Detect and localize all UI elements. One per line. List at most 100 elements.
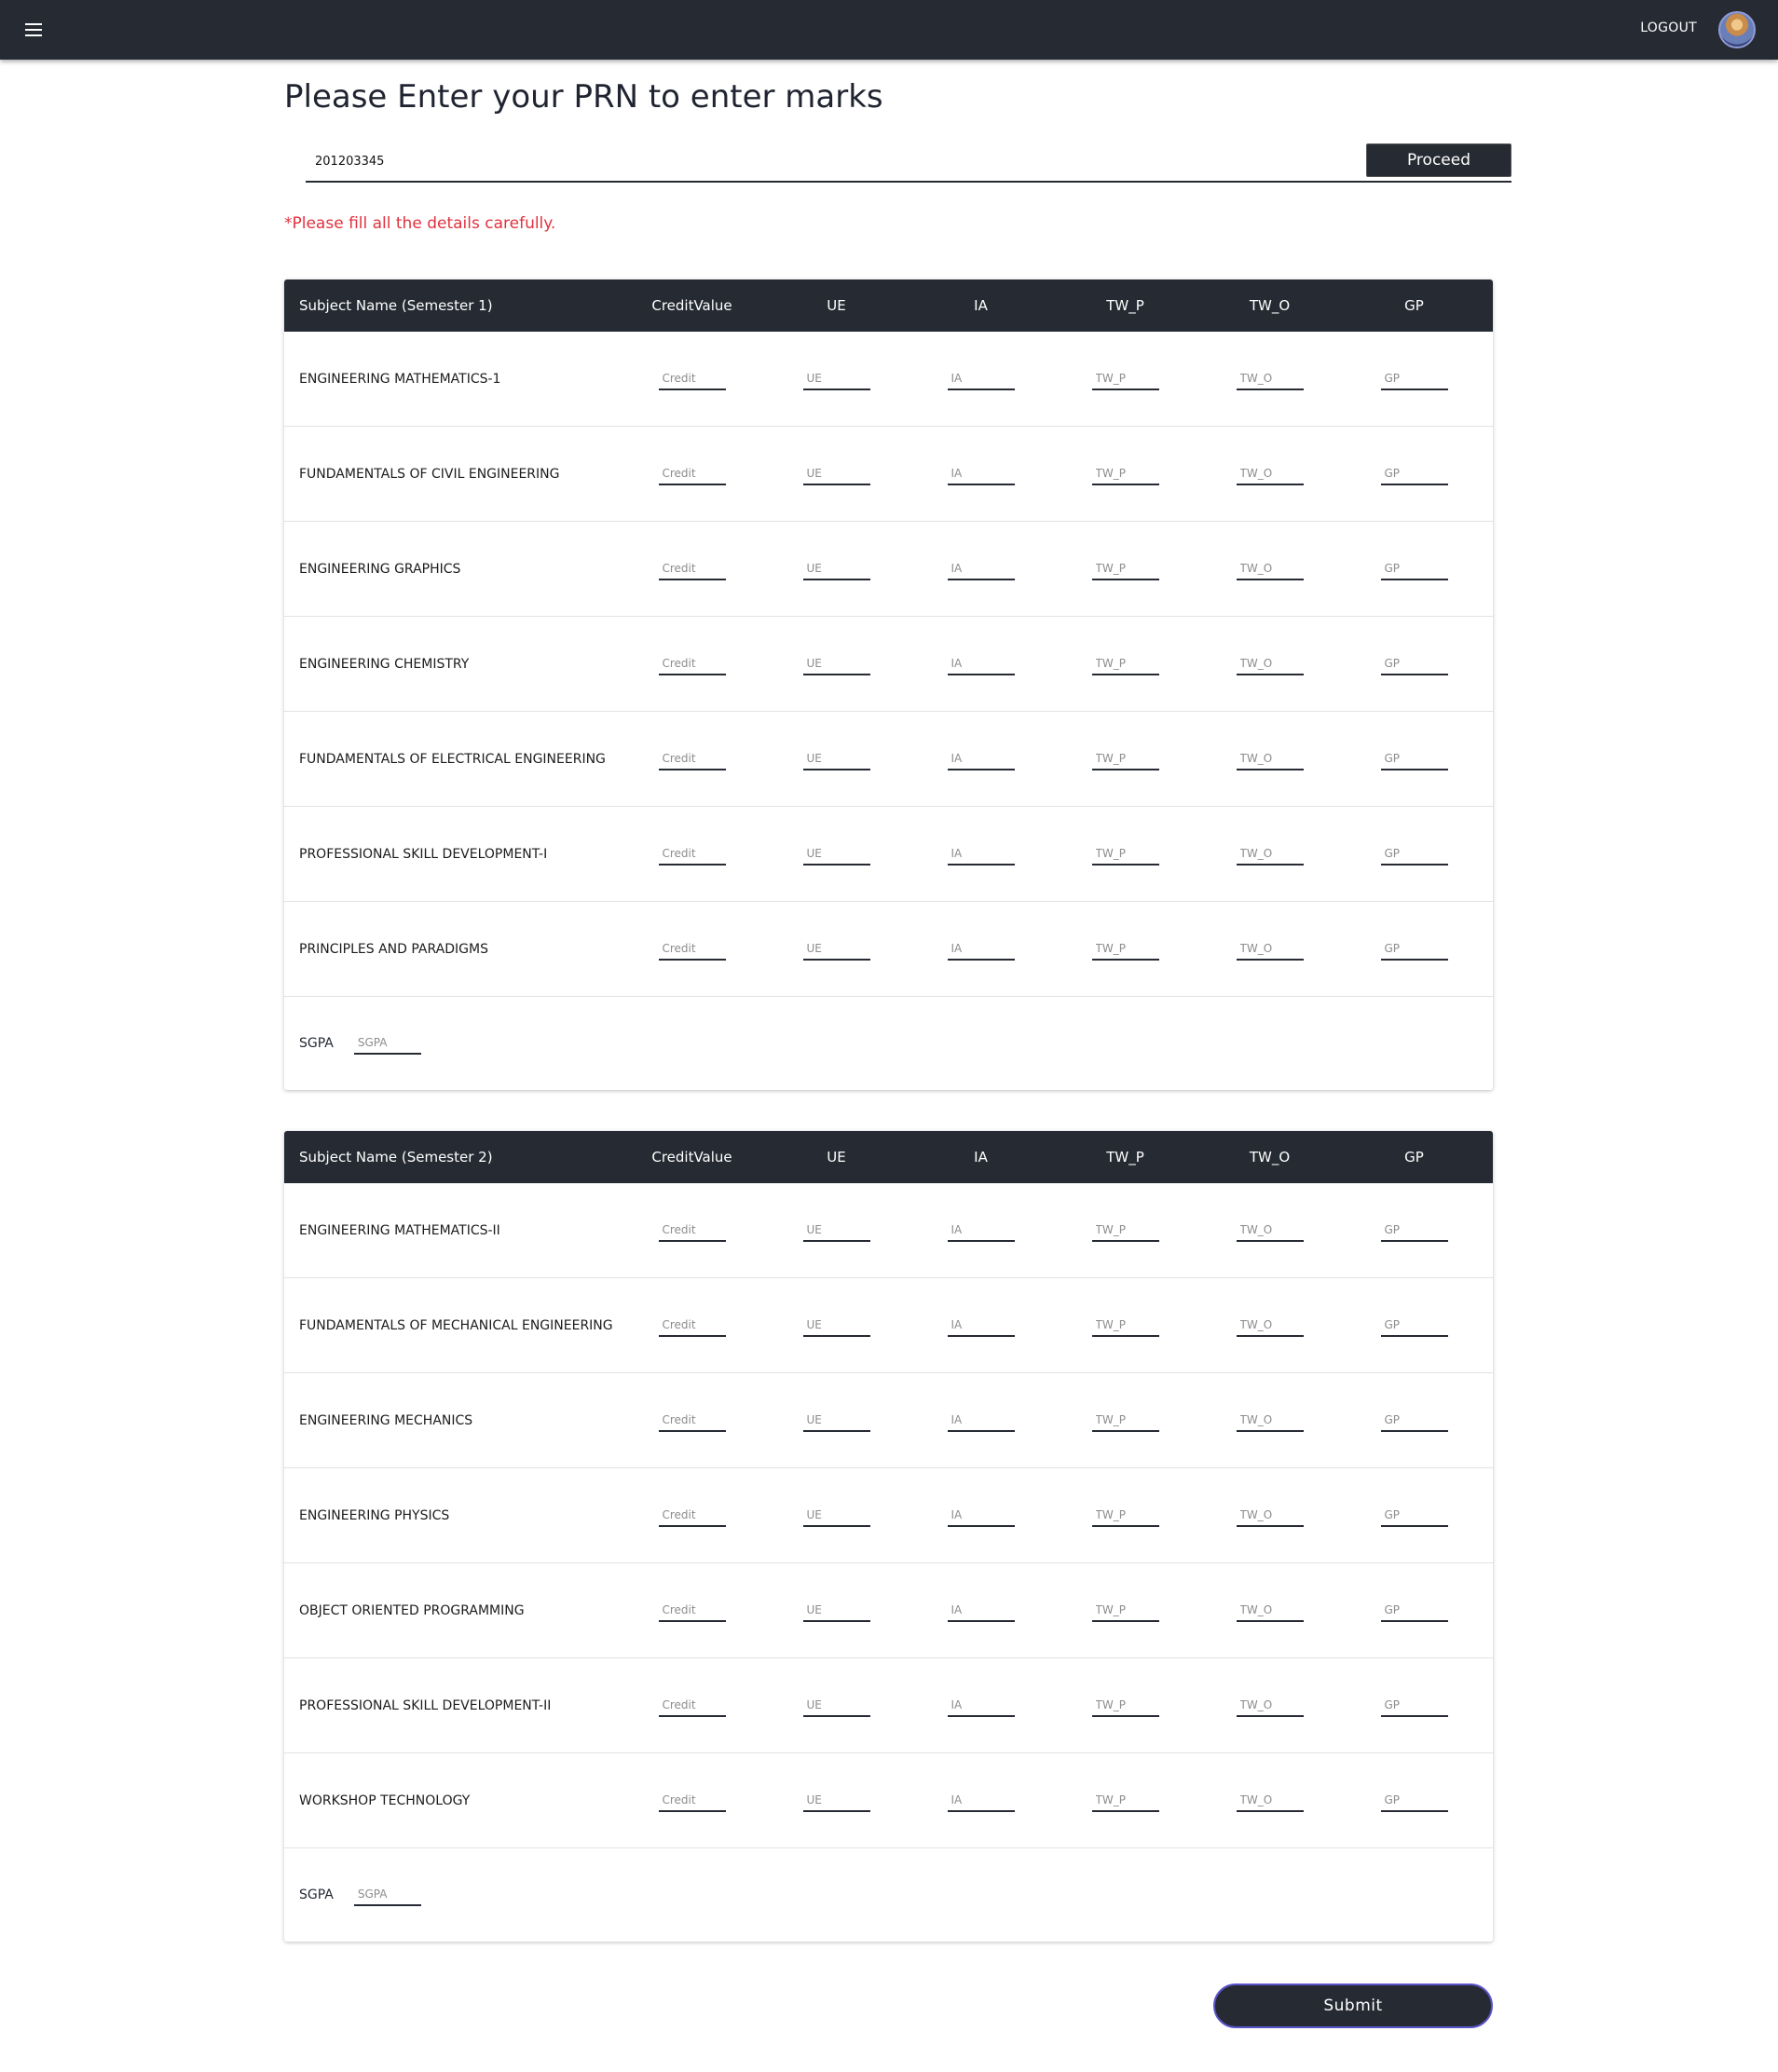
table-cell: [764, 557, 909, 580]
tw-o-field[interactable]: [1236, 1789, 1304, 1812]
ia-field[interactable]: [947, 652, 1015, 675]
credit-field[interactable]: [658, 937, 726, 961]
ia-field[interactable]: [947, 1314, 1015, 1337]
ue-field[interactable]: [802, 1694, 870, 1717]
ia-field[interactable]: [947, 747, 1015, 770]
tw-o-field[interactable]: [1236, 1409, 1304, 1432]
sgpa-field[interactable]: [353, 1032, 421, 1055]
credit-field[interactable]: [658, 1504, 726, 1527]
ue-field[interactable]: [802, 1409, 870, 1432]
ue-field[interactable]: [802, 1599, 870, 1622]
ue-field[interactable]: [802, 462, 870, 485]
gp-field[interactable]: [1380, 1694, 1448, 1717]
ue-field[interactable]: [802, 842, 870, 866]
submit-button[interactable]: Submit: [1213, 1983, 1493, 2028]
tw-p-field[interactable]: [1091, 747, 1159, 770]
tw-o-field[interactable]: [1236, 937, 1304, 961]
table-cell: [909, 747, 1053, 770]
ue-field[interactable]: [802, 937, 870, 961]
table-cell: [1197, 557, 1342, 580]
tw-o-field[interactable]: [1236, 842, 1304, 866]
ia-field[interactable]: [947, 1504, 1015, 1527]
ia-field[interactable]: [947, 842, 1015, 866]
credit-field[interactable]: [658, 1599, 726, 1622]
credit-field[interactable]: [658, 1409, 726, 1432]
gp-field[interactable]: [1380, 652, 1448, 675]
ue-field[interactable]: [802, 367, 870, 390]
credit-field[interactable]: [658, 1694, 726, 1717]
ue-field[interactable]: [802, 1219, 870, 1242]
ue-field[interactable]: [802, 1504, 870, 1527]
credit-field[interactable]: [658, 462, 726, 485]
credit-field[interactable]: [658, 557, 726, 580]
tw-p-field[interactable]: [1091, 652, 1159, 675]
tw-o-field[interactable]: [1236, 1599, 1304, 1622]
ia-field[interactable]: [947, 1694, 1015, 1717]
ia-field[interactable]: [947, 462, 1015, 485]
subject-name: ENGINEERING CHEMISTRY: [299, 656, 470, 672]
tw-p-field[interactable]: [1091, 1219, 1159, 1242]
tw-p-field[interactable]: [1091, 1789, 1159, 1812]
gp-field[interactable]: [1380, 937, 1448, 961]
avatar[interactable]: [1718, 11, 1756, 48]
tw-o-field[interactable]: [1236, 1504, 1304, 1527]
credit-field[interactable]: [658, 652, 726, 675]
logout-button[interactable]: LOGOUT: [1640, 20, 1697, 35]
ue-field[interactable]: [802, 1314, 870, 1337]
ia-field[interactable]: [947, 1409, 1015, 1432]
credit-field[interactable]: [658, 367, 726, 390]
tw-p-field[interactable]: [1091, 557, 1159, 580]
tw-p-field[interactable]: [1091, 1314, 1159, 1337]
ia-field[interactable]: [947, 1599, 1015, 1622]
ia-field[interactable]: [947, 367, 1015, 390]
credit-field[interactable]: [658, 1314, 726, 1337]
ue-field[interactable]: [802, 1789, 870, 1812]
ia-field[interactable]: [947, 557, 1015, 580]
gp-field[interactable]: [1380, 1789, 1448, 1812]
tw-o-field[interactable]: [1236, 367, 1304, 390]
tw-o-field[interactable]: [1236, 1219, 1304, 1242]
table-cell: [1342, 1789, 1486, 1812]
tw-o-field[interactable]: [1236, 557, 1304, 580]
prn-input[interactable]: [306, 147, 1342, 175]
tw-p-field[interactable]: [1091, 462, 1159, 485]
credit-field[interactable]: [658, 1789, 726, 1812]
tw-p-field[interactable]: [1091, 367, 1159, 390]
ia-field[interactable]: [947, 1789, 1015, 1812]
gp-field[interactable]: [1380, 747, 1448, 770]
credit-field[interactable]: [658, 1219, 726, 1242]
gp-field[interactable]: [1380, 1599, 1448, 1622]
tw-o-field[interactable]: [1236, 747, 1304, 770]
proceed-button[interactable]: Proceed: [1366, 143, 1511, 177]
tw-p-field[interactable]: [1091, 1599, 1159, 1622]
gp-field[interactable]: [1380, 462, 1448, 485]
hamburger-menu-icon[interactable]: [21, 17, 47, 43]
sgpa-field[interactable]: [353, 1884, 421, 1906]
tw-o-field[interactable]: [1236, 1314, 1304, 1337]
table-cell: [764, 1504, 909, 1527]
ue-field[interactable]: [802, 557, 870, 580]
ue-field[interactable]: [802, 747, 870, 770]
tw-p-field[interactable]: [1091, 1409, 1159, 1432]
gp-field[interactable]: [1380, 1314, 1448, 1337]
gp-field[interactable]: [1380, 842, 1448, 866]
subject-name: OBJECT ORIENTED PROGRAMMING: [299, 1602, 525, 1618]
credit-field[interactable]: [658, 747, 726, 770]
gp-field[interactable]: [1380, 557, 1448, 580]
gp-field[interactable]: [1380, 1219, 1448, 1242]
credit-field[interactable]: [658, 842, 726, 866]
tw-o-field[interactable]: [1236, 1694, 1304, 1717]
gp-field[interactable]: [1380, 1504, 1448, 1527]
tw-p-field[interactable]: [1091, 937, 1159, 961]
ue-field[interactable]: [802, 652, 870, 675]
tw-o-field[interactable]: [1236, 462, 1304, 485]
table-cell: [1053, 652, 1197, 675]
ia-field[interactable]: [947, 937, 1015, 961]
ia-field[interactable]: [947, 1219, 1015, 1242]
tw-p-field[interactable]: [1091, 1694, 1159, 1717]
gp-field[interactable]: [1380, 1409, 1448, 1432]
tw-p-field[interactable]: [1091, 842, 1159, 866]
tw-p-field[interactable]: [1091, 1504, 1159, 1527]
tw-o-field[interactable]: [1236, 652, 1304, 675]
gp-field[interactable]: [1380, 367, 1448, 390]
